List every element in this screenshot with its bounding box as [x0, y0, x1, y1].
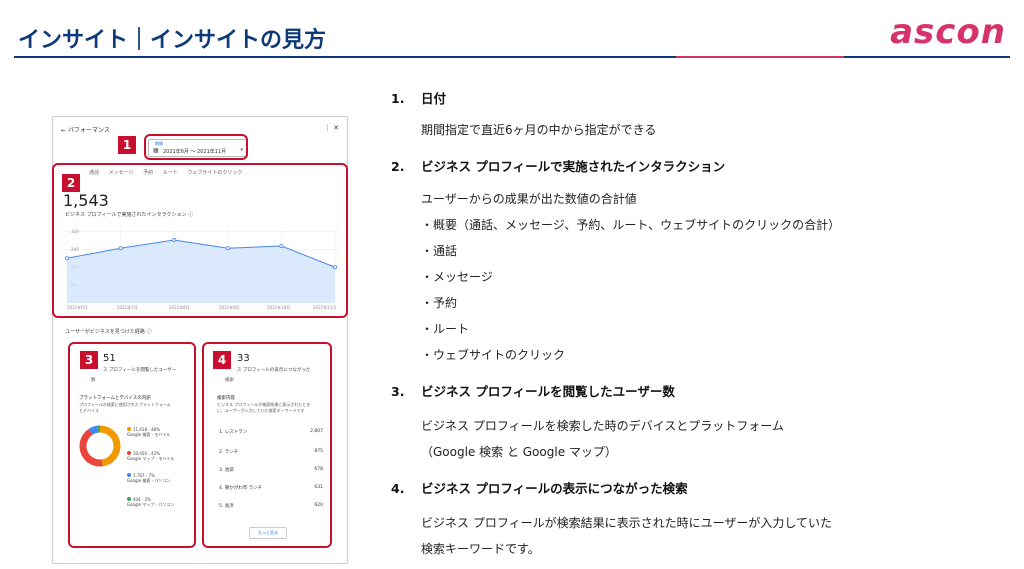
highlight-box-1: [144, 134, 248, 160]
item-heading-3: 3. ビジネス プロフィールを閲覧したユーザー数: [391, 384, 675, 399]
badge-2: 2: [62, 174, 80, 192]
highlight-box-3: [68, 342, 196, 548]
highlight-box-2: [52, 163, 348, 318]
item-2-line: ・ウェブサイトのクリック: [421, 348, 566, 362]
screenshot-header-icons: ⋮ ✕: [323, 124, 339, 132]
page-title: インサイト｜インサイトの見方: [18, 28, 327, 53]
header-rule-accent: [676, 56, 844, 58]
item-heading-4: 4. ビジネス プロフィールの表示につながった検索: [391, 481, 688, 496]
header-rule: [14, 56, 1010, 58]
item-3-line: ビジネス プロフィールを検索した時のデバイスとプラットフォーム: [421, 419, 784, 433]
item-2-line: ・予約: [421, 296, 458, 310]
item-3-line: （Google 検索 と Google マップ）: [421, 445, 617, 459]
item-1-line: 期間指定で直近6ヶ月の中から指定ができる: [421, 123, 657, 137]
badge-3: 3: [80, 351, 98, 369]
item-2-line: ・概要（通話、メッセージ、予約、ルート、ウェブサイトのクリックの合計）: [421, 218, 841, 232]
item-2-line: ・通話: [421, 244, 458, 258]
screenshot-header: ← パフォーマンス: [61, 127, 110, 134]
item-4-line: 検索キーワードです。: [421, 542, 540, 556]
highlight-box-4: [202, 342, 332, 548]
item-heading-2: 2. ビジネス プロフィールで実施されたインタラクション: [391, 159, 726, 174]
item-2-line: ・メッセージ: [421, 270, 493, 284]
badge-4: 4: [213, 351, 231, 369]
badge-1: 1: [118, 136, 136, 154]
screenshot-title: パフォーマンス: [67, 127, 110, 134]
item-4-line: ビジネス プロフィールが検索結果に表示された時にユーザーが入力していた: [421, 516, 832, 530]
discovery-section-title: ユーザーがビジネスを見つけた経路 ⓘ: [65, 329, 152, 335]
item-2-line: ユーザーからの成果が出た数値の合計値: [421, 192, 637, 206]
brand-logo: ascon: [890, 12, 1006, 52]
item-2-line: ・ルート: [421, 322, 470, 336]
item-heading-1: 1. 日付: [391, 91, 447, 106]
